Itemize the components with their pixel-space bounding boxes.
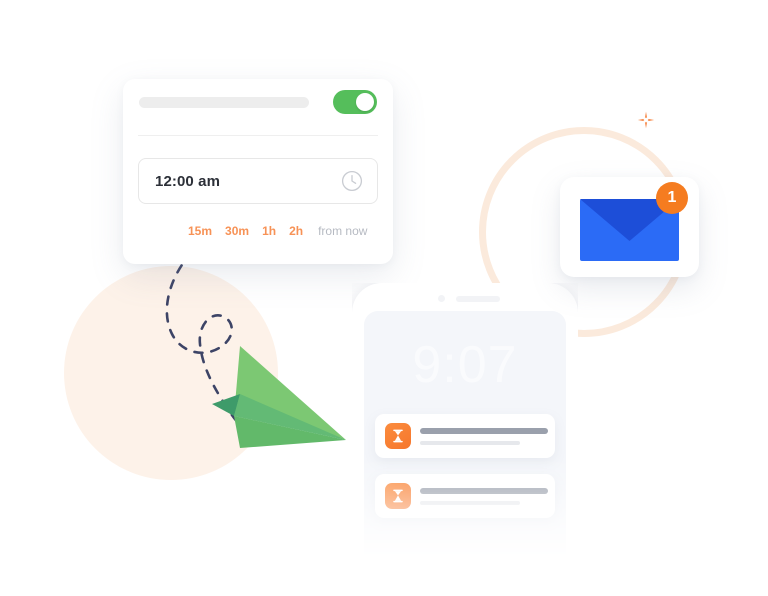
placeholder-title-bar bbox=[139, 96, 309, 108]
clock-icon[interactable] bbox=[341, 170, 363, 192]
notification-card[interactable] bbox=[375, 414, 555, 458]
mail-notification-bubble[interactable]: 1 bbox=[560, 177, 699, 297]
phone-camera-dot bbox=[438, 295, 445, 302]
time-input[interactable]: 12:00 am bbox=[138, 158, 378, 204]
scheduler-header bbox=[123, 79, 393, 125]
quick-option-30m[interactable]: 30m bbox=[225, 224, 249, 238]
notification-title-placeholder bbox=[420, 487, 548, 494]
quick-option-2h[interactable]: 2h bbox=[289, 224, 303, 238]
toggle-knob bbox=[356, 93, 374, 111]
hourglass-icon bbox=[385, 423, 411, 449]
quick-select-row: 15m 30m 1h 2h from now bbox=[138, 224, 378, 238]
bubble-body: 1 bbox=[560, 177, 699, 277]
sparkle-plus-icon bbox=[637, 111, 655, 129]
quick-select-suffix: from now bbox=[318, 224, 368, 238]
quick-option-15m[interactable]: 15m bbox=[188, 224, 212, 238]
phone-body: 9:07 bbox=[352, 283, 578, 593]
notification-text-lines bbox=[420, 487, 548, 505]
time-input-value: 12:00 am bbox=[155, 172, 221, 190]
hourglass-icon bbox=[385, 483, 411, 509]
phone-screen: 9:07 bbox=[364, 311, 566, 583]
phone-mockup: 9:07 bbox=[352, 283, 578, 596]
notification-title-placeholder bbox=[420, 427, 548, 434]
notification-subtitle-placeholder bbox=[420, 440, 520, 445]
notification-subtitle-placeholder bbox=[420, 500, 520, 505]
notification-card[interactable] bbox=[375, 474, 555, 518]
divider bbox=[138, 135, 378, 136]
unread-badge: 1 bbox=[656, 182, 688, 214]
scheduler-card: 12:00 am 15m 30m 1h 2h from now bbox=[123, 79, 393, 264]
notification-text-lines bbox=[420, 427, 548, 445]
paper-plane-icon bbox=[212, 336, 352, 452]
illustration-canvas: 12:00 am 15m 30m 1h 2h from now 9:07 1 bbox=[0, 0, 768, 596]
lockscreen-clock: 9:07 bbox=[412, 336, 518, 394]
schedule-toggle[interactable] bbox=[333, 90, 377, 114]
quick-option-1h[interactable]: 1h bbox=[262, 224, 276, 238]
phone-speaker-bar bbox=[456, 296, 500, 302]
